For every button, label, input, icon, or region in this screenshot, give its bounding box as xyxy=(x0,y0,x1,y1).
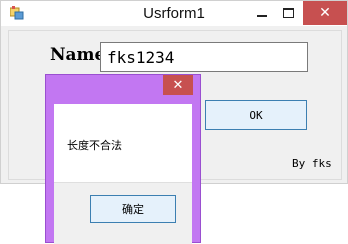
close-button[interactable]: ✕ xyxy=(303,1,347,25)
ok-button[interactable]: OK xyxy=(205,100,307,130)
minimize-icon xyxy=(257,15,267,17)
message-dialog: ✕ 长度不合法 确定 xyxy=(45,74,201,244)
maximize-icon xyxy=(282,8,294,18)
close-icon: ✕ xyxy=(172,77,184,93)
close-icon: ✕ xyxy=(319,5,331,21)
maximize-button[interactable] xyxy=(273,1,303,25)
name-input[interactable] xyxy=(100,42,308,72)
dialog-confirm-button[interactable]: 确定 xyxy=(90,195,176,223)
dialog-message: 长度不合法 xyxy=(67,139,122,152)
dialog-body: 长度不合法 xyxy=(54,104,192,244)
author-label: By fks xyxy=(292,157,332,170)
dialog-close-button[interactable]: ✕ xyxy=(163,75,193,95)
name-label: Name xyxy=(50,45,106,65)
title-bar[interactable]: Usrform1 ✕ xyxy=(1,1,347,26)
